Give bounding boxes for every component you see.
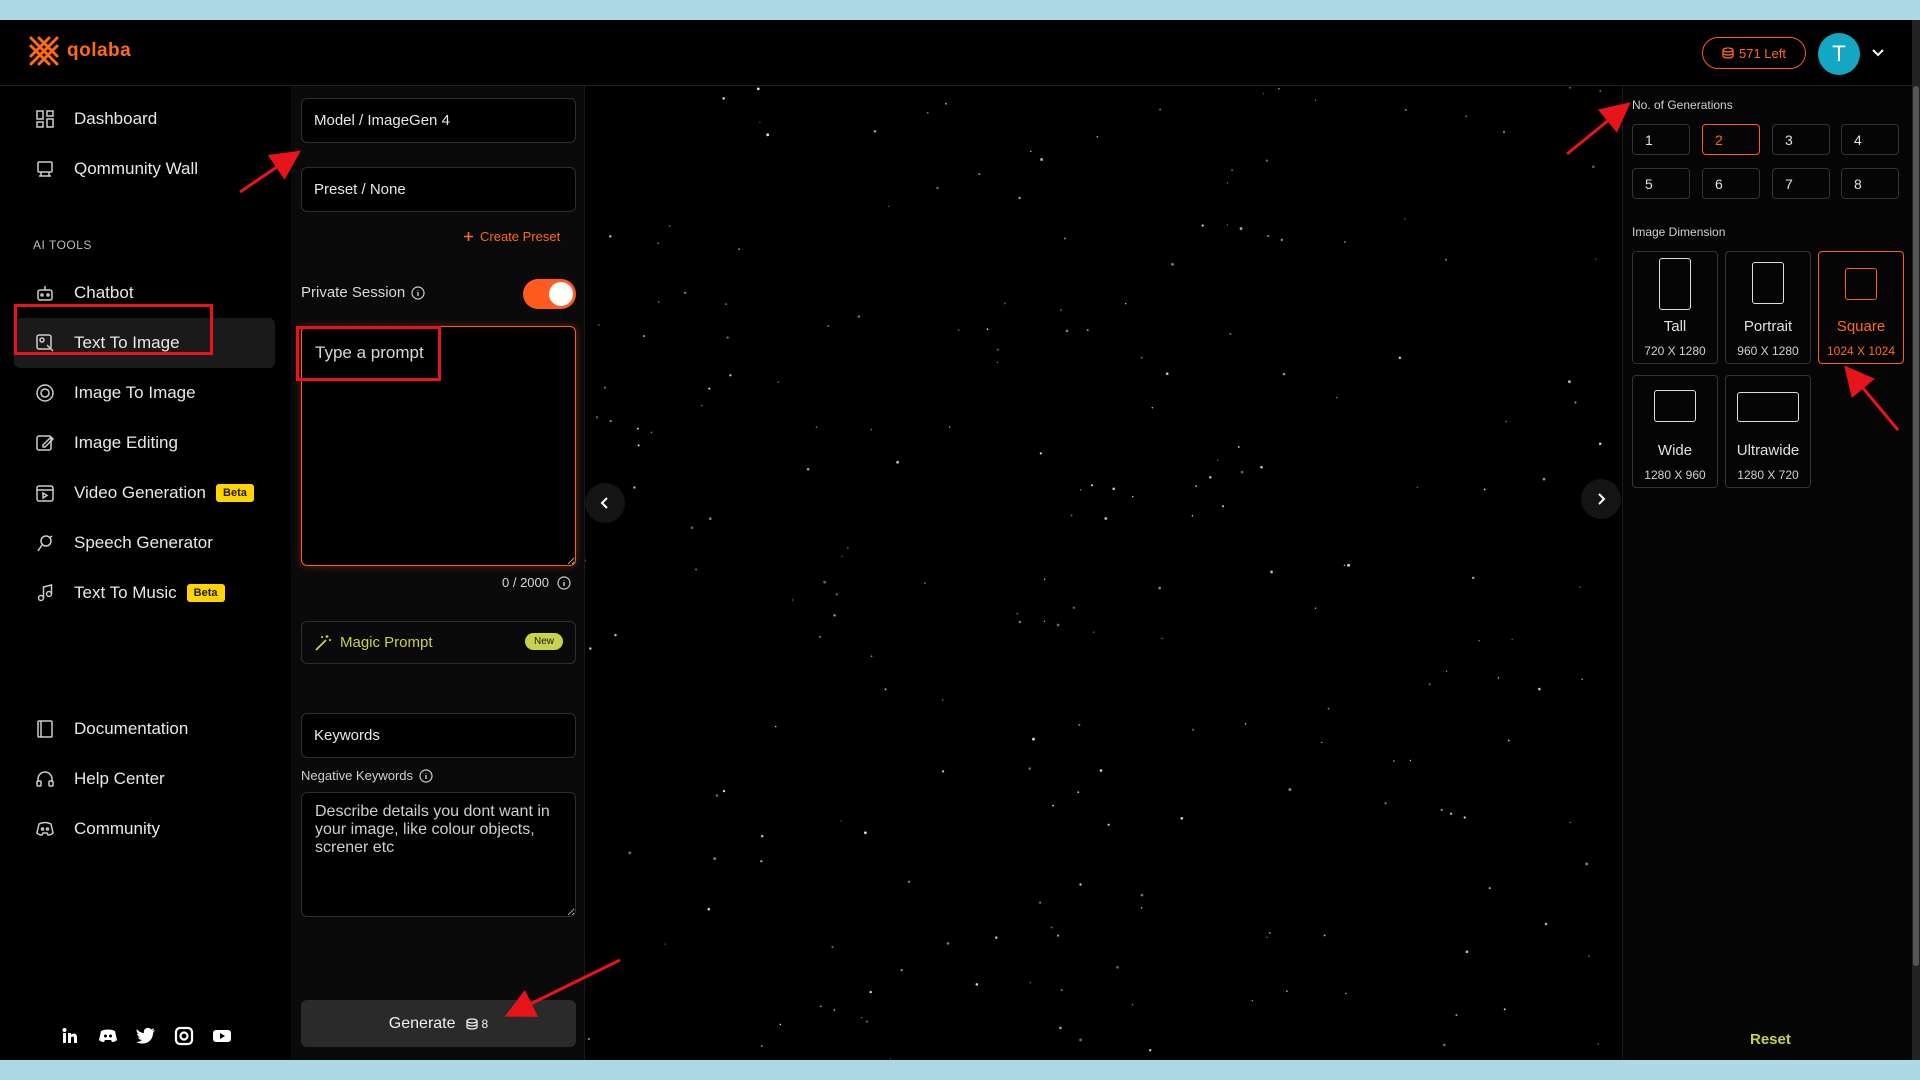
- arrow-to-generations: [1566, 102, 1631, 156]
- arrow-to-generate: [504, 958, 621, 1017]
- arrow-to-model: [239, 150, 301, 194]
- annotation-arrows: [239, 102, 1900, 1017]
- arrow-to-square: [1844, 365, 1900, 431]
- app-window: qolaba 571 Left T Dashboard Qommunity Wa…: [0, 20, 1920, 1060]
